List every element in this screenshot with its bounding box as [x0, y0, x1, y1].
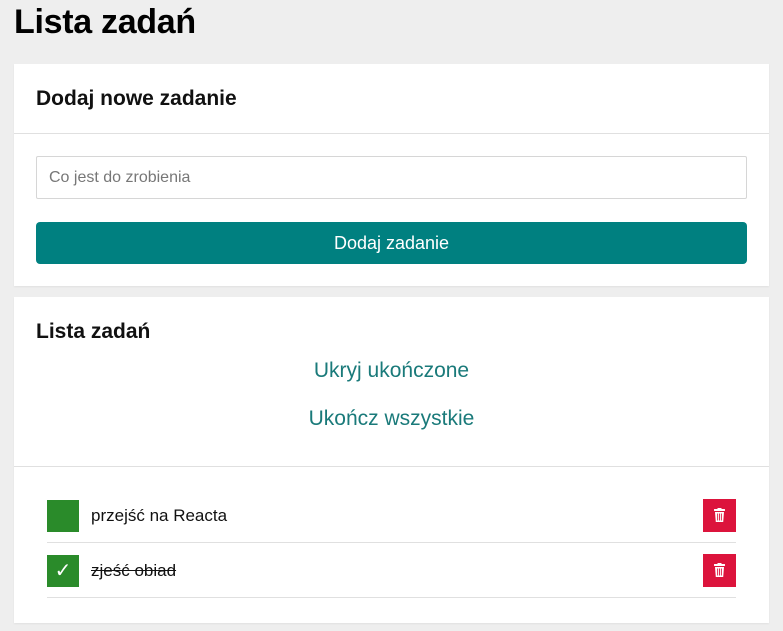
- task-item: przejść na Reacta: [47, 488, 736, 543]
- task-checkbox[interactable]: [47, 500, 79, 532]
- task-label-completed: zjeść obiad: [91, 561, 177, 580]
- add-task-panel: Dodaj nowe zadanie Dodaj zadanie: [14, 64, 769, 286]
- delete-task-button[interactable]: [703, 499, 736, 532]
- add-task-header: Dodaj nowe zadanie: [14, 64, 769, 134]
- trash-icon: [714, 508, 725, 522]
- page-title: Lista zadań: [14, 3, 196, 41]
- new-task-input[interactable]: [36, 156, 747, 199]
- hide-completed-button[interactable]: Ukryj ukończone: [14, 357, 769, 385]
- delete-task-button[interactable]: [703, 554, 736, 587]
- complete-all-button[interactable]: Ukończ wszystkie: [14, 405, 769, 433]
- add-task-title: Dodaj nowe zadanie: [36, 87, 237, 110]
- task-list-header: Lista zadań Ukryj ukończone Ukończ wszys…: [14, 297, 769, 467]
- task-label: przejść na Reacta: [91, 506, 228, 525]
- task-item: ✓ zjeść obiad: [47, 543, 736, 598]
- task-checkbox-checked[interactable]: ✓: [47, 555, 79, 587]
- task-list-title: Lista zadań: [36, 320, 151, 343]
- task-list: przejść na Reacta ✓ zjeść obiad: [47, 488, 736, 598]
- trash-icon: [714, 563, 725, 577]
- task-list-panel: Lista zadań Ukryj ukończone Ukończ wszys…: [14, 297, 769, 623]
- add-task-button[interactable]: Dodaj zadanie: [36, 222, 747, 264]
